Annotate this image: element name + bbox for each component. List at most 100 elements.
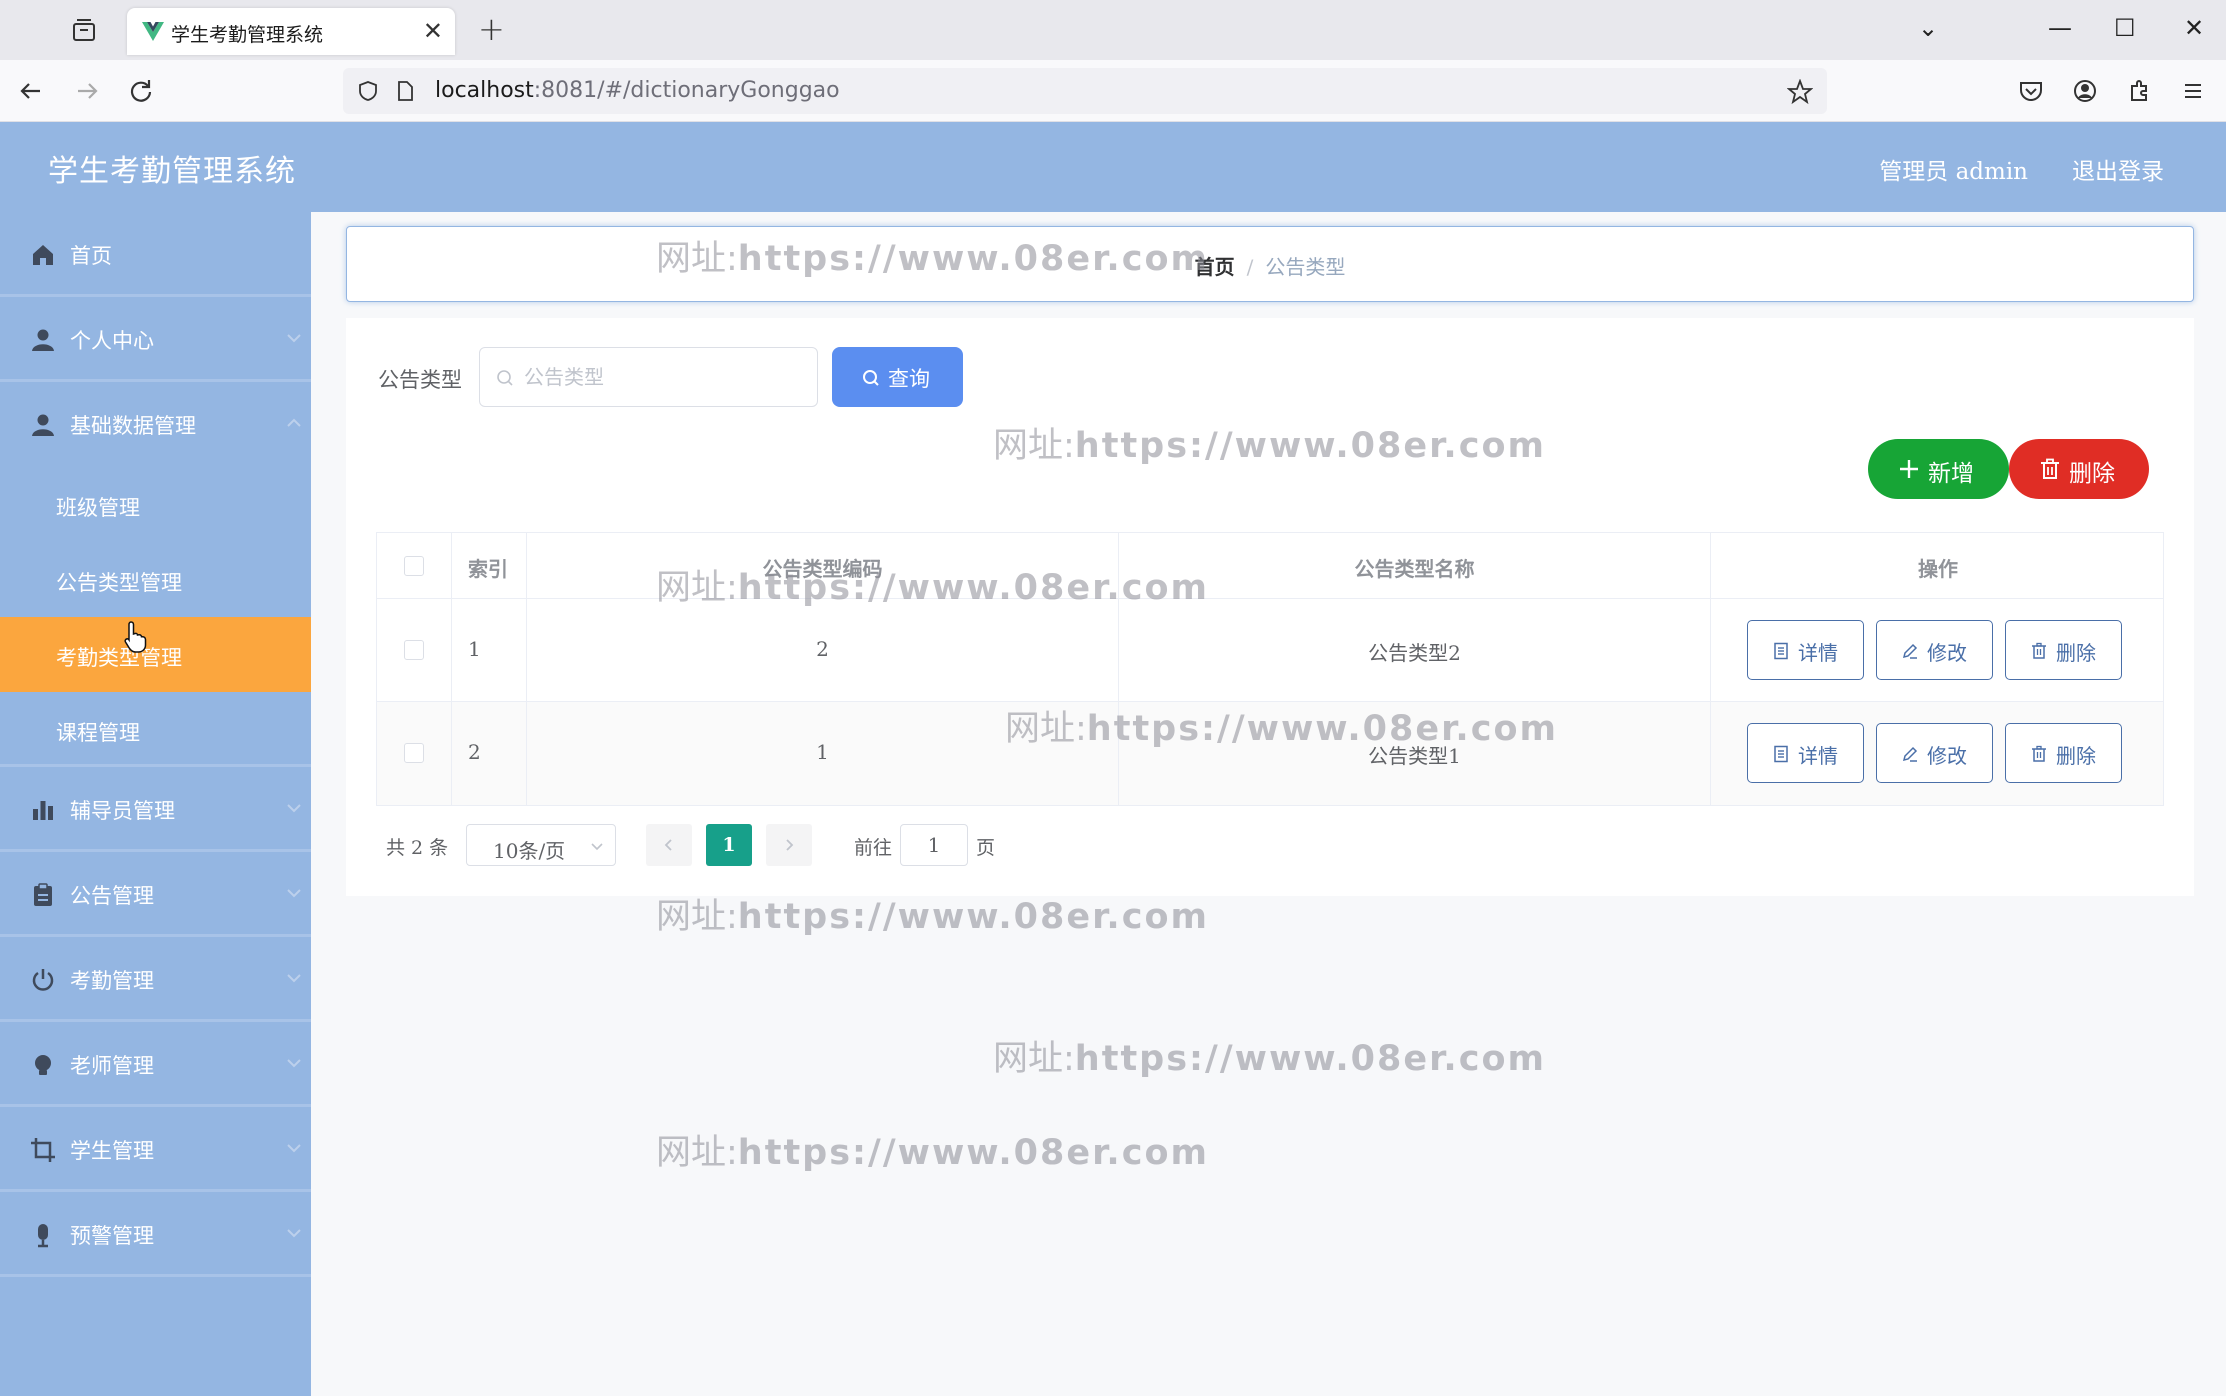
new-tab-icon[interactable]: + [478,10,505,48]
search-input[interactable] [524,362,804,392]
delete-button[interactable]: 删除 [2005,723,2122,783]
maximize-icon[interactable]: ☐ [2114,14,2136,42]
browser-nav-bar: localhost:8081/#/dictionaryGonggao [0,60,2226,122]
cell-text: 1 [816,740,829,764]
delete-button-label: 删除 [2056,744,2096,768]
browser-tab-bar: 学生考勤管理系统 ✕ + ⌄ — ☐ ✕ [0,0,2226,60]
batch-delete-button[interactable]: 删除 [2009,439,2149,499]
sidebar-item-label: 考勤管理 [70,969,154,993]
sidebar-subitem-course[interactable]: 课程管理 [0,692,311,767]
crop-icon [31,1138,55,1162]
header-label: 操作 [1918,557,1958,581]
sidebar-item-label: 个人中心 [70,329,154,353]
pocket-icon[interactable] [2016,76,2046,106]
sidebar-subitem-notice-type[interactable]: 公告类型管理 [0,542,311,617]
sidebar-subitem-label: 考勤类型管理 [56,646,182,670]
watermark: 网址:https://www.08er.com [993,1030,1546,1081]
delete-button[interactable]: 删除 [2005,620,2122,680]
cell-text: 2 [816,637,829,661]
prev-page-button[interactable] [646,824,692,866]
chevron-up-icon [287,418,301,427]
window-close-icon[interactable]: ✕ [2184,14,2204,42]
search-icon [497,370,513,386]
shield-icon[interactable] [357,80,379,102]
cell-name: 公告类型1 [1119,702,1711,805]
clipboard-icon [34,883,52,906]
logout-link[interactable]: 退出登录 [2072,152,2164,186]
sidebar-item-basic-data[interactable]: 基础数据管理 [0,382,311,467]
edit-pencil-icon [1902,643,1918,659]
select-all-checkbox[interactable] [404,556,424,576]
tab-list-chevron-icon[interactable]: ⌄ [1918,14,1938,42]
chevron-down-icon [287,804,301,813]
menu-hamburger-icon[interactable] [2178,76,2208,106]
data-table: 索引 公告类型编码 公告类型名称 操作 1 2 公告类型2 详情 修改 删除 2… [376,532,2164,806]
sidebar-item-attendance[interactable]: 考勤管理 [0,937,311,1022]
page-number-current[interactable]: 1 [706,824,752,866]
page-info-icon[interactable] [395,80,415,102]
reload-icon[interactable] [126,76,156,106]
breadcrumb-separator: / [1246,255,1254,279]
sidebar-subitem-class[interactable]: 班级管理 [0,467,311,542]
chevron-down-icon [287,889,301,898]
header-cell-index: 索引 [452,533,527,598]
vue-logo-icon [142,22,164,41]
detail-button[interactable]: 详情 [1747,723,1864,783]
sidebar-item-teacher[interactable]: 老师管理 [0,1022,311,1107]
tab-overview-icon[interactable] [70,16,98,44]
sidebar-item-label: 预警管理 [70,1224,154,1248]
search-box[interactable] [479,347,818,407]
bookmark-star-icon[interactable] [1787,79,1813,105]
bar-chart-icon [33,801,53,820]
sidebar-item-counselor[interactable]: 辅导员管理 [0,767,311,852]
sidebar-item-student[interactable]: 学生管理 [0,1107,311,1192]
browser-tab-title: 学生考勤管理系统 [171,24,324,46]
app-title: 学生考勤管理系统 [48,154,296,189]
breadcrumb: 首页 / 公告类型 [347,251,2193,280]
document-icon [1774,642,1788,660]
sidebar-item-notice[interactable]: 公告管理 [0,852,311,937]
sidebar: 首页 个人中心 基础数据管理 班级管理 公告类型管理 考勤类型管理 课程管理 辅… [0,212,311,1396]
add-button[interactable]: 新增 [1868,439,2009,499]
watermark-prefix: 网址: [656,897,738,937]
sidebar-subitem-attendance-type[interactable]: 考勤类型管理 [0,617,311,692]
cell-index: 1 [452,599,527,701]
tab-close-icon[interactable]: ✕ [423,17,443,45]
trash-icon [2041,458,2059,479]
query-button-label: 查询 [888,367,930,391]
cell-code: 1 [527,702,1119,805]
detail-button-label: 详情 [1798,641,1838,665]
edit-button[interactable]: 修改 [1876,723,1993,783]
breadcrumb-home[interactable]: 首页 [1195,255,1235,279]
add-button-label: 新增 [1928,461,1974,487]
sidebar-item-warning[interactable]: 预警管理 [0,1192,311,1277]
extensions-icon[interactable] [2124,76,2154,106]
row-checkbox[interactable] [404,640,424,660]
browser-tab[interactable]: 学生考勤管理系统 ✕ [127,8,455,55]
next-page-button[interactable] [766,824,812,866]
back-arrow-icon[interactable] [16,76,46,106]
sidebar-item-label: 辅导员管理 [70,799,175,823]
cell-text: 2 [468,740,481,764]
page-size-select[interactable]: 10条/页 [466,824,616,866]
query-button[interactable]: 查询 [832,347,963,407]
account-icon[interactable] [2070,76,2100,106]
forward-arrow-icon[interactable] [72,76,102,106]
breadcrumb-card: 首页 / 公告类型 [346,226,2194,302]
sidebar-item-profile[interactable]: 个人中心 [0,297,311,382]
url-bar[interactable]: localhost:8081/#/dictionaryGonggao [343,68,1827,114]
goto-page-input[interactable] [900,824,968,866]
row-check-cell [377,702,452,805]
batch-delete-button-label: 删除 [2069,461,2115,487]
chevron-left-icon [664,839,672,851]
edit-button[interactable]: 修改 [1876,620,1993,680]
row-check-cell [377,599,452,701]
cell-name: 公告类型2 [1119,599,1711,701]
detail-button-label: 详情 [1798,744,1838,768]
header-label: 公告类型编码 [762,557,883,581]
row-checkbox[interactable] [404,743,424,763]
sidebar-item-home[interactable]: 首页 [0,212,311,297]
detail-button[interactable]: 详情 [1747,620,1864,680]
minimize-icon[interactable]: — [2048,14,2072,42]
sidebar-item-label: 老师管理 [70,1054,154,1078]
